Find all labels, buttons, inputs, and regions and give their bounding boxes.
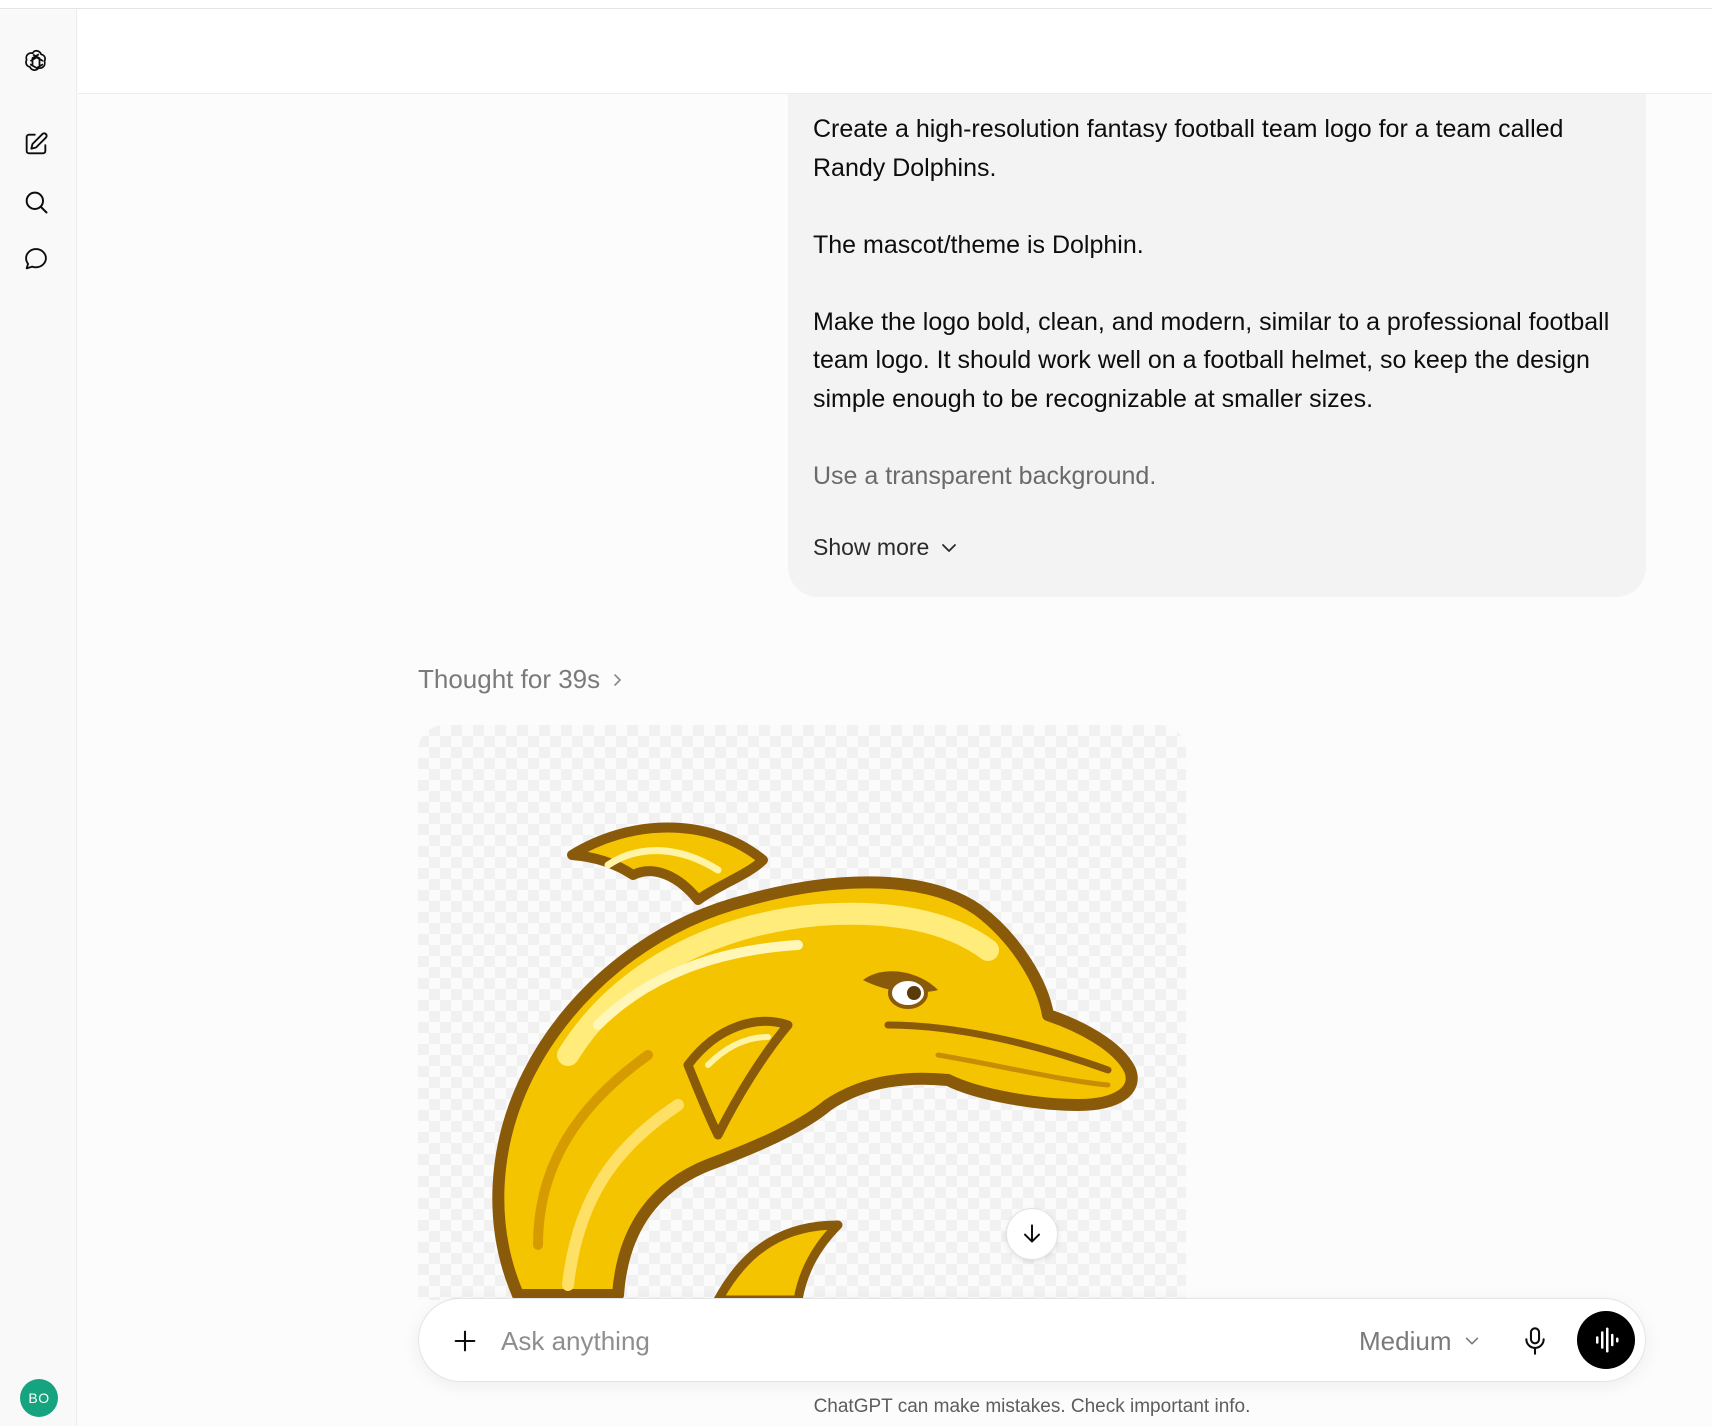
show-more-label: Show more <box>813 534 930 560</box>
sidebar: BO <box>0 10 77 1426</box>
openai-logo-icon[interactable] <box>15 40 57 82</box>
voice-mode-button[interactable] <box>1577 1311 1635 1369</box>
add-attachment-button[interactable] <box>443 1319 487 1363</box>
user-message-paragraph: Use a transparent background. <box>813 461 1157 490</box>
disclaimer-text: ChatGPT can make mistakes. Check importa… <box>813 1396 1251 1417</box>
avatar[interactable]: BO <box>20 1379 58 1417</box>
show-more-button[interactable]: Show more <box>813 534 959 561</box>
user-message-bubble: Create a high-resolution fantasy footbal… <box>788 94 1646 597</box>
user-message-paragraph: Create a high-resolution fantasy footbal… <box>813 115 1564 182</box>
plus-icon <box>454 1330 476 1352</box>
dictate-button[interactable] <box>1513 1319 1557 1363</box>
composer: Medium <box>418 1298 1646 1382</box>
new-chat-button[interactable] <box>15 123 57 165</box>
window-top-bar <box>0 0 1712 9</box>
voice-mode-icon <box>1596 1327 1619 1353</box>
microphone-icon <box>1525 1327 1545 1355</box>
arrow-down-icon <box>1023 1224 1041 1243</box>
model-selector[interactable]: Medium <box>1359 1321 1481 1361</box>
user-message-paragraph: The mascot/theme is Dolphin. <box>813 230 1144 259</box>
chevron-right-icon <box>614 673 621 686</box>
chat-bubble-icon <box>25 248 47 270</box>
scroll-to-bottom-button[interactable] <box>1006 1208 1058 1260</box>
thought-label: Thought for 39s <box>418 664 601 694</box>
edit-icon <box>25 132 48 155</box>
user-message-paragraph: Make the logo bold, clean, and modern, s… <box>813 307 1610 413</box>
search-chats-button[interactable] <box>15 181 57 223</box>
chats-button[interactable] <box>15 238 57 280</box>
disclaimer: ChatGPT can make mistakes. Check importa… <box>418 1396 1646 1418</box>
chevron-down-icon <box>1466 1337 1479 1345</box>
dolphin-logo-image <box>492 822 1138 1300</box>
generated-image[interactable] <box>418 725 1186 1300</box>
model-label: Medium <box>1359 1325 1452 1356</box>
search-icon <box>25 191 48 214</box>
chat-header <box>78 10 1712 94</box>
prompt-input[interactable] <box>501 1317 1221 1365</box>
thought-toggle[interactable]: Thought for 39s <box>418 664 624 695</box>
chevron-down-icon <box>942 543 957 552</box>
